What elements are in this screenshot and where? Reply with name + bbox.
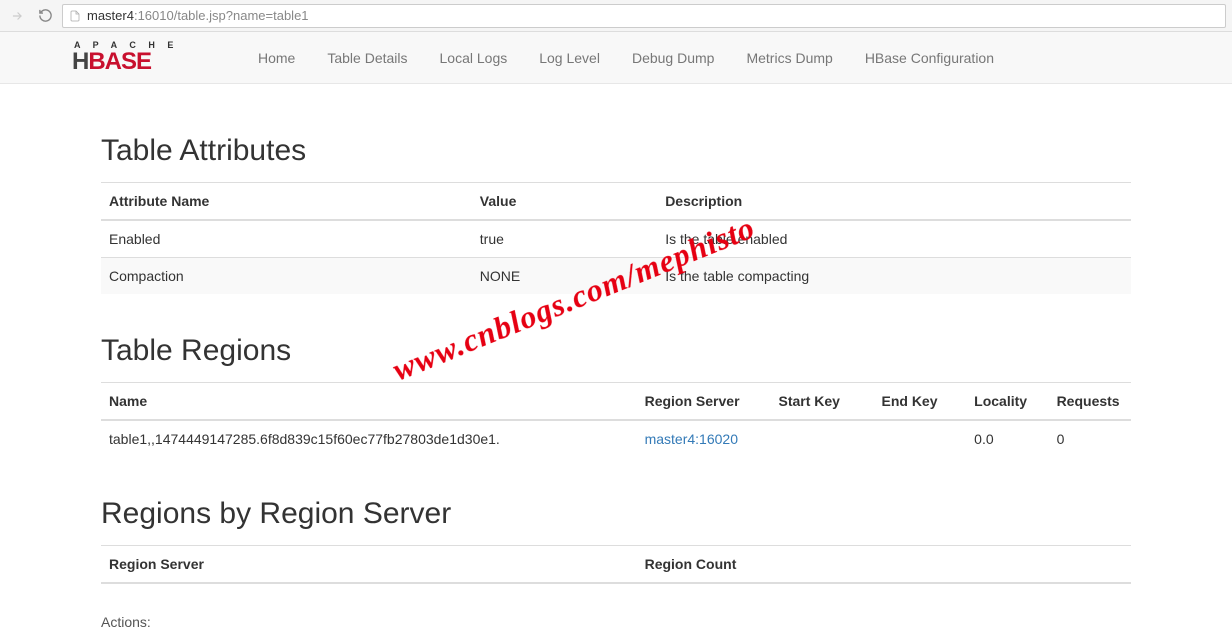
section-title-table-attributes: Table Attributes (101, 134, 1131, 168)
th-locality: Locality (966, 383, 1048, 421)
table-row: table1,,1474449147285.6f8d839c15f60ec77f… (101, 420, 1131, 457)
actions-label: Actions: (101, 614, 1131, 630)
nav-local-logs[interactable]: Local Logs (424, 32, 524, 84)
hbase-logo[interactable]: A P A C H E HBASE (72, 40, 222, 76)
nav-log-level[interactable]: Log Level (523, 32, 616, 84)
url-input[interactable]: master4:16010/table.jsp?name=table1 (62, 4, 1226, 28)
main-navbar: A P A C H E HBASE Home Table Details Loc… (0, 32, 1232, 84)
th-region-server: Region Server (637, 383, 771, 421)
cell-attr-name: Compaction (101, 258, 472, 295)
th-start-key: Start Key (770, 383, 873, 421)
nav-metrics-dump[interactable]: Metrics Dump (730, 32, 848, 84)
cell-attr-desc: Is the table compacting (657, 258, 1131, 295)
table-row: Enabled true Is the table enabled (101, 220, 1131, 258)
url-text: master4:16010/table.jsp?name=table1 (87, 8, 309, 23)
cell-requests: 0 (1049, 420, 1131, 457)
cell-region-server: master4:16020 (637, 420, 771, 457)
section-title-table-regions: Table Regions (101, 334, 1131, 368)
table-row: Compaction NONE Is the table compacting (101, 258, 1131, 295)
table-regions: Name Region Server Start Key End Key Loc… (101, 382, 1131, 457)
section-title-regions-by-server: Regions by Region Server (101, 497, 1131, 531)
nav-debug-dump[interactable]: Debug Dump (616, 32, 731, 84)
th-region-name: Name (101, 383, 637, 421)
forward-button[interactable] (6, 5, 28, 27)
cell-attr-value: true (472, 220, 657, 258)
cell-attr-desc: Is the table enabled (657, 220, 1131, 258)
browser-address-bar: master4:16010/table.jsp?name=table1 (0, 0, 1232, 32)
th-requests: Requests (1049, 383, 1131, 421)
cell-start-key (770, 420, 873, 457)
cell-attr-name: Enabled (101, 220, 472, 258)
table-attributes: Attribute Name Value Description Enabled… (101, 182, 1131, 294)
nav-hbase-configuration[interactable]: HBase Configuration (849, 32, 1010, 84)
reload-button[interactable] (34, 5, 56, 27)
page-content: Table Attributes Attribute Name Value De… (41, 134, 1191, 630)
th-end-key: End Key (873, 383, 966, 421)
page-icon (69, 9, 81, 23)
table-regions-by-server: Region Server Region Count (101, 545, 1131, 584)
nav-table-details[interactable]: Table Details (311, 32, 423, 84)
th-rbs-count: Region Count (637, 546, 1131, 584)
nav-home[interactable]: Home (242, 32, 311, 84)
cell-attr-value: NONE (472, 258, 657, 295)
cell-end-key (873, 420, 966, 457)
cell-region-name: table1,,1474449147285.6f8d839c15f60ec77f… (101, 420, 637, 457)
th-attribute-name: Attribute Name (101, 183, 472, 221)
th-description: Description (657, 183, 1131, 221)
th-value: Value (472, 183, 657, 221)
cell-locality: 0.0 (966, 420, 1048, 457)
th-rbs-server: Region Server (101, 546, 637, 584)
logo-hbase-text: HBASE (72, 48, 222, 76)
region-server-link[interactable]: master4:16020 (645, 431, 738, 447)
